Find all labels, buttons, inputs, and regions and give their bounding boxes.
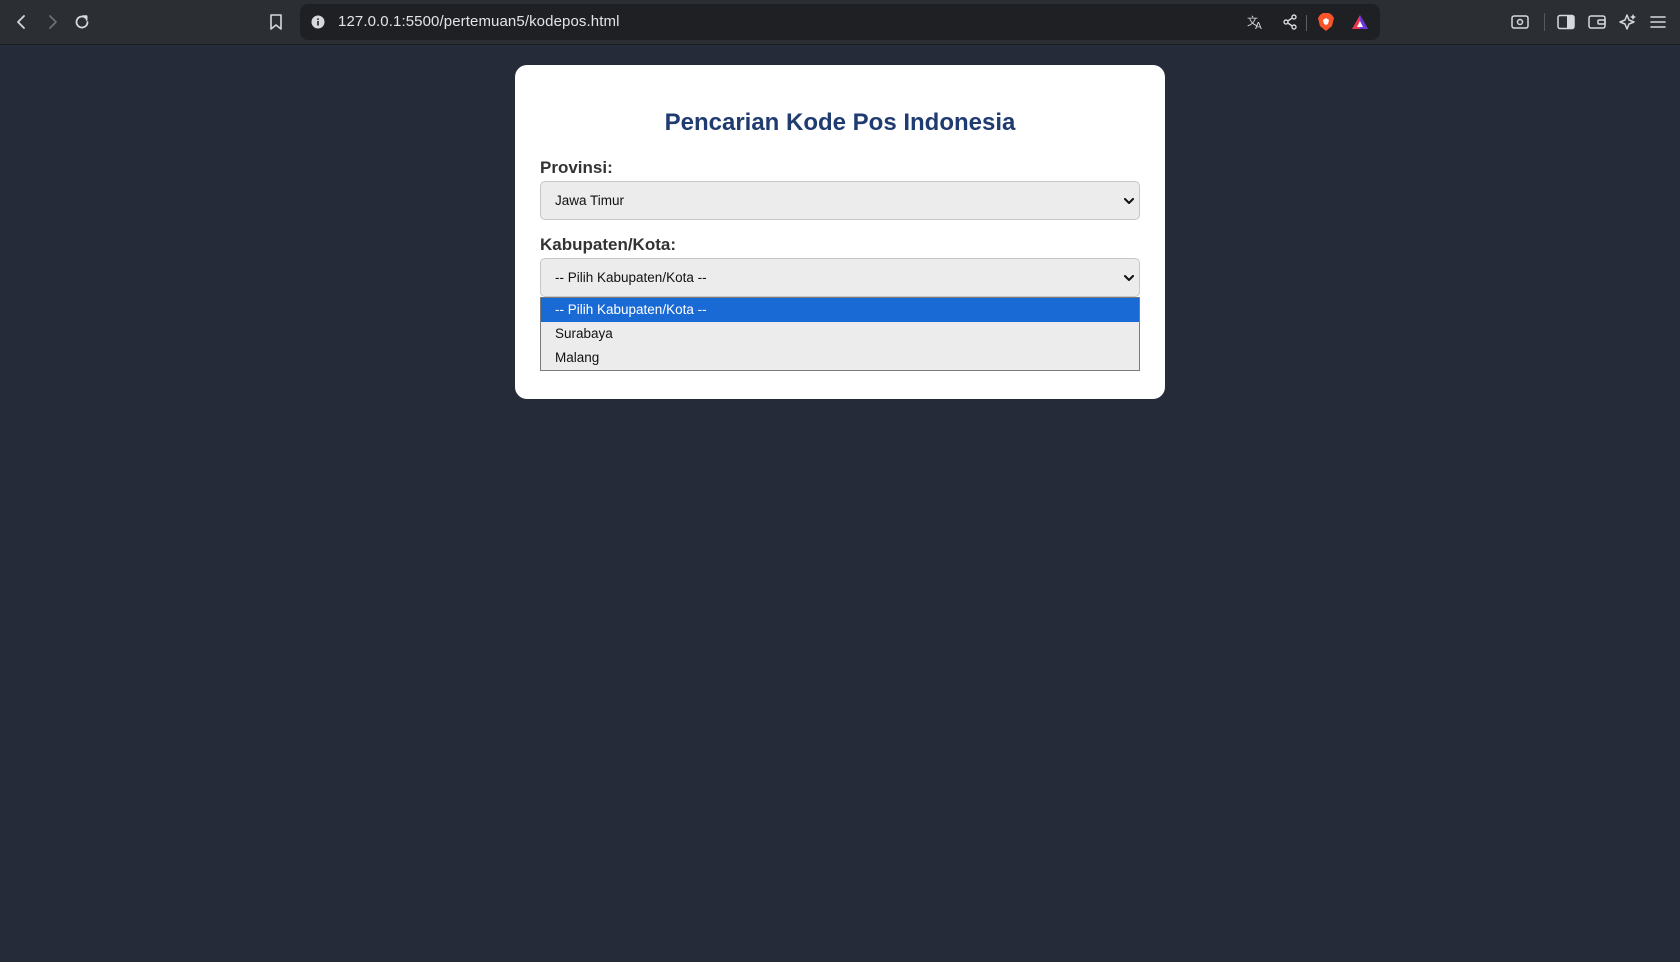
- brave-rewards-triangle-icon[interactable]: [1350, 12, 1370, 32]
- kabupaten-select[interactable]: -- Pilih Kabupaten/Kota --: [540, 258, 1140, 297]
- chevron-down-icon: [1123, 195, 1135, 207]
- chevron-down-icon: [1123, 272, 1135, 284]
- kabupaten-dropdown-list[interactable]: -- Pilih Kabupaten/Kota -- Surabaya Mala…: [540, 297, 1140, 371]
- dropdown-option-malang[interactable]: Malang: [541, 346, 1139, 370]
- url-separator: [1306, 15, 1307, 31]
- provinsi-label: Provinsi:: [540, 158, 613, 177]
- address-bar[interactable]: 127.0.0.1:5500/pertemuan5/kodepos.html 文…: [300, 4, 1380, 40]
- browser-toolbar: 127.0.0.1:5500/pertemuan5/kodepos.html 文…: [0, 0, 1680, 45]
- wallet-icon[interactable]: [1585, 10, 1609, 34]
- provinsi-select[interactable]: Jawa Timur: [540, 181, 1140, 220]
- leo-ai-icon[interactable]: [1616, 10, 1640, 34]
- kabupaten-label: Kabupaten/Kota:: [540, 235, 676, 254]
- url-text[interactable]: 127.0.0.1:5500/pertemuan5/kodepos.html: [338, 13, 620, 30]
- reload-icon[interactable]: [70, 10, 94, 34]
- toolbar-separator: [1544, 13, 1545, 31]
- hamburger-menu-icon[interactable]: [1646, 10, 1670, 34]
- sidebar-icon[interactable]: [1554, 10, 1578, 34]
- bookmark-icon[interactable]: [264, 10, 288, 34]
- kabupaten-selected-value: -- Pilih Kabupaten/Kota --: [555, 270, 707, 285]
- share-icon[interactable]: [1280, 12, 1300, 32]
- provinsi-selected-value: Jawa Timur: [555, 193, 625, 208]
- translate-icon[interactable]: 文A: [1246, 12, 1266, 32]
- back-arrow-icon[interactable]: [10, 10, 34, 34]
- screenshot-icon[interactable]: [1508, 10, 1532, 34]
- dropdown-option-surabaya[interactable]: Surabaya: [541, 322, 1139, 346]
- site-info-icon[interactable]: [310, 14, 326, 30]
- svg-text:A: A: [1255, 21, 1262, 30]
- brave-lion-icon[interactable]: [1316, 12, 1336, 32]
- dropdown-option-placeholder[interactable]: -- Pilih Kabupaten/Kota --: [541, 298, 1139, 322]
- forward-arrow-icon[interactable]: [40, 10, 64, 34]
- page-title: Pencarian Kode Pos Indonesia: [664, 109, 1016, 136]
